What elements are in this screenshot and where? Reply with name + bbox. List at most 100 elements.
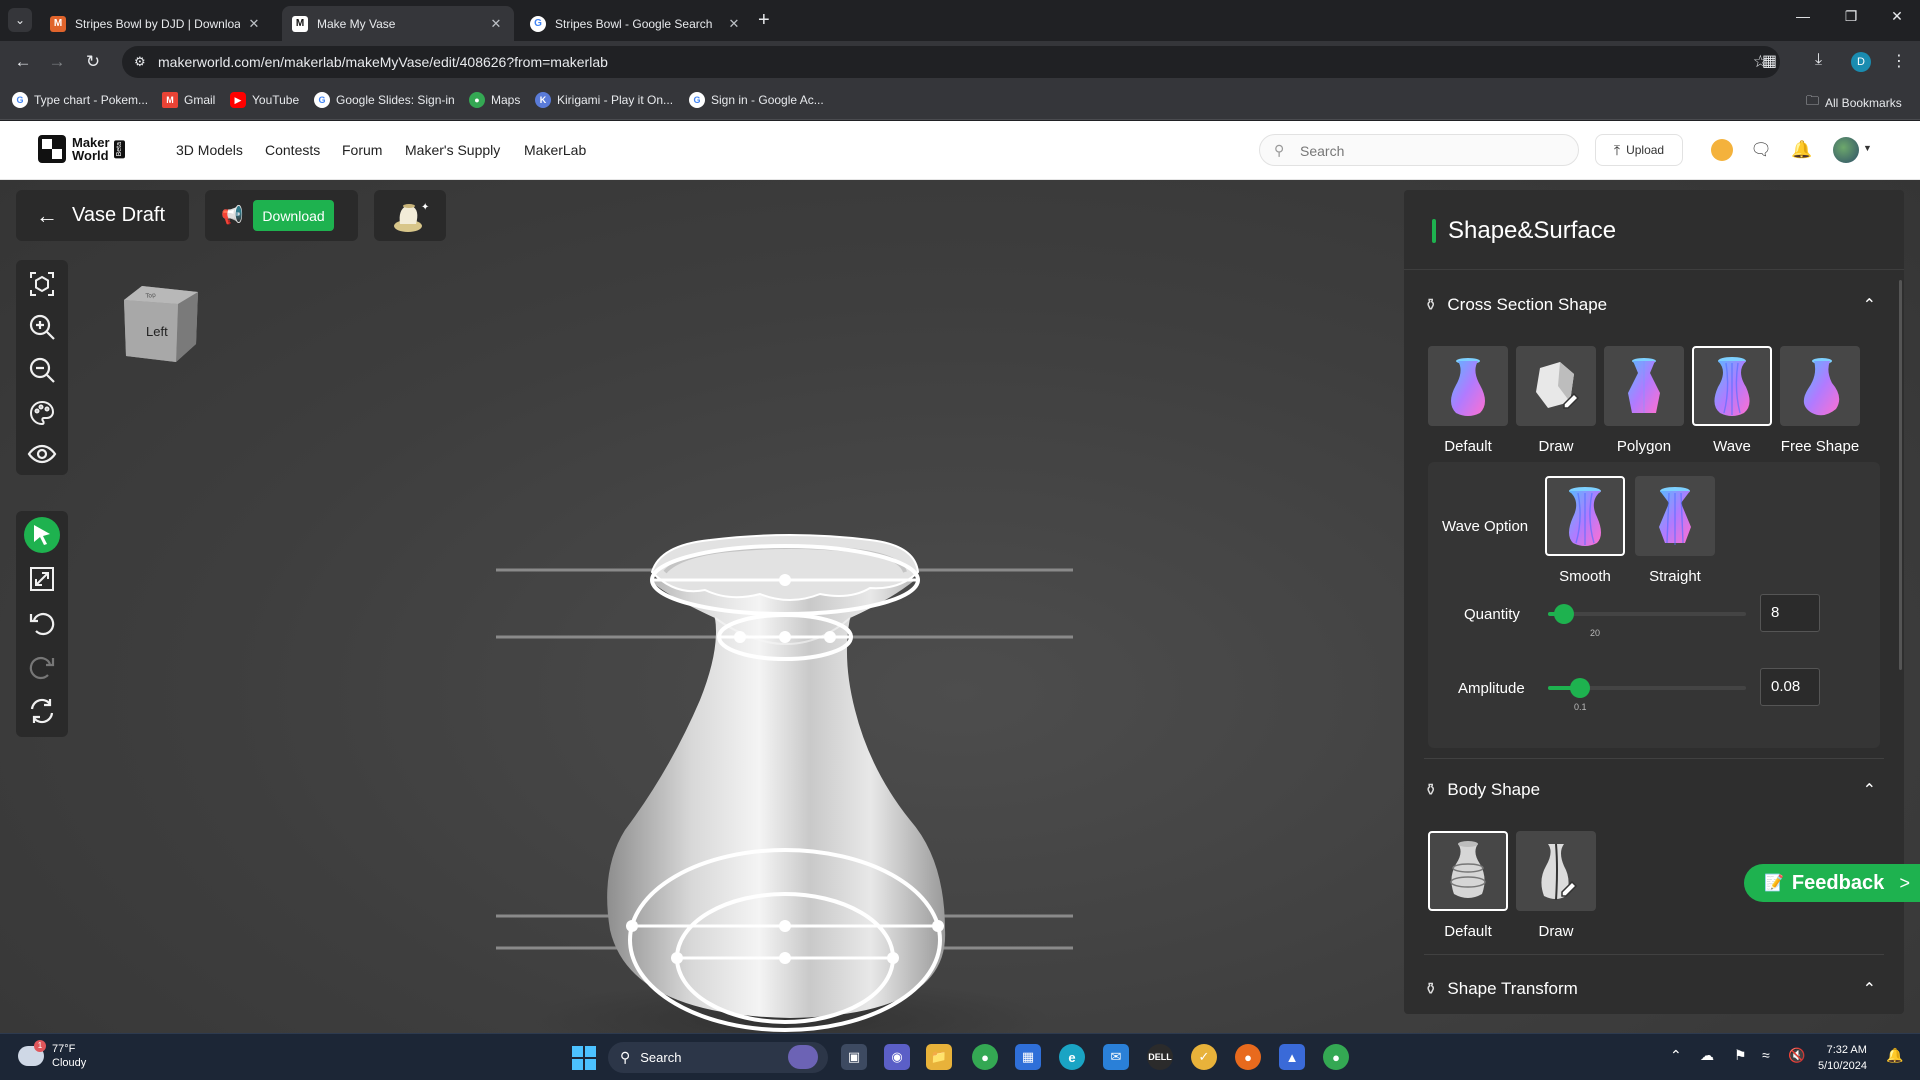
teams-chat-icon[interactable]: ◉ bbox=[884, 1044, 910, 1070]
feedback-button[interactable]: 📝 Feedback > bbox=[1744, 864, 1920, 902]
bookmark-item[interactable]: G Google Slides: Sign-in bbox=[314, 92, 455, 108]
control-point[interactable] bbox=[734, 631, 746, 643]
chevron-up-icon[interactable]: ⌃ bbox=[1863, 979, 1876, 999]
notification-bell-icon[interactable]: 🔔 bbox=[1886, 1047, 1903, 1064]
extensions-icon[interactable]: ▦ bbox=[1762, 51, 1777, 71]
redo-icon[interactable] bbox=[24, 649, 60, 685]
control-point[interactable] bbox=[824, 631, 836, 643]
zoom-out-icon[interactable] bbox=[24, 352, 60, 388]
control-point[interactable] bbox=[887, 952, 899, 964]
control-point[interactable] bbox=[779, 920, 791, 932]
tab-make-my-vase[interactable]: M Make My Vase ✕ bbox=[282, 6, 514, 41]
cross-section-header[interactable]: ⚱ Cross Section Shape ⌃ bbox=[1424, 290, 1884, 320]
url-text[interactable]: makerworld.com/en/makerlab/makeMyVase/ed… bbox=[158, 54, 608, 70]
chevron-up-icon[interactable]: ⌃ bbox=[1863, 780, 1876, 800]
control-point[interactable] bbox=[779, 631, 791, 643]
nav-3d-models[interactable]: 3D Models bbox=[176, 142, 243, 158]
fit-view-icon[interactable] bbox=[24, 266, 60, 302]
tab-stripes-bowl[interactable]: M Stripes Bowl by DJD | Download ✕ bbox=[40, 6, 272, 41]
body-shape-draw[interactable]: Draw bbox=[1516, 831, 1596, 940]
file-explorer-icon[interactable]: 📁 bbox=[926, 1044, 952, 1070]
chevron-up-icon[interactable]: ⌃ bbox=[1863, 295, 1876, 315]
eye-icon[interactable] bbox=[24, 436, 60, 472]
resize-icon[interactable] bbox=[24, 561, 60, 597]
user-avatar[interactable] bbox=[1833, 137, 1859, 163]
body-shape-header[interactable]: ⚱ Body Shape ⌃ bbox=[1424, 775, 1884, 805]
tab-google-search[interactable]: G Stripes Bowl - Google Search ✕ bbox=[520, 6, 752, 41]
forward-arrow-icon[interactable]: → bbox=[46, 52, 68, 72]
app-icon[interactable]: ● bbox=[1235, 1044, 1261, 1070]
wave-option-smooth[interactable]: Smooth bbox=[1545, 476, 1625, 585]
profile-avatar[interactable]: D bbox=[1851, 52, 1871, 72]
mail-icon[interactable]: ✉ bbox=[1103, 1044, 1129, 1070]
quantity-slider[interactable]: 20 bbox=[1548, 604, 1746, 638]
minimize-icon[interactable]: — bbox=[1780, 8, 1826, 24]
tab-list-chevron-icon[interactable]: ⌄ bbox=[8, 8, 32, 32]
bookmark-item[interactable]: M Gmail bbox=[162, 92, 215, 108]
control-point[interactable] bbox=[932, 920, 944, 932]
quantity-slider-handle[interactable] bbox=[1554, 604, 1574, 624]
restore-icon[interactable]: ❐ bbox=[1828, 8, 1874, 25]
chrome-profile-icon[interactable]: ● bbox=[1323, 1044, 1349, 1070]
control-point[interactable] bbox=[779, 574, 791, 586]
vase-3d-model[interactable] bbox=[490, 350, 1090, 1033]
announcement-icon[interactable]: 📢 bbox=[221, 205, 243, 226]
dell-icon[interactable]: DELL bbox=[1147, 1044, 1173, 1070]
windows-start-icon[interactable] bbox=[572, 1046, 596, 1070]
chevron-up-icon[interactable]: ⌃ bbox=[1670, 1047, 1682, 1064]
notification-bell-icon[interactable]: 🔔 bbox=[1790, 138, 1814, 162]
reload-icon[interactable]: ↻ bbox=[82, 52, 104, 72]
select-cursor-icon[interactable] bbox=[24, 517, 60, 553]
bookmark-item[interactable]: ▶ YouTube bbox=[230, 92, 299, 108]
chrome-icon[interactable]: ● bbox=[972, 1044, 998, 1070]
message-icon[interactable]: 🗨 bbox=[1749, 138, 1773, 162]
amplitude-slider[interactable]: 0.1 bbox=[1548, 678, 1746, 712]
amplitude-field[interactable]: 0.08 bbox=[1760, 668, 1820, 706]
nav-makers-supply[interactable]: Maker's Supply bbox=[405, 142, 500, 158]
download-button[interactable]: Download bbox=[253, 200, 334, 231]
photos-icon[interactable]: ▲ bbox=[1279, 1044, 1305, 1070]
ms-store-icon[interactable]: ▦ bbox=[1015, 1044, 1041, 1070]
vase-preset-button[interactable]: ✦ bbox=[374, 190, 446, 241]
control-point[interactable] bbox=[671, 952, 683, 964]
nav-makerlab[interactable]: MakerLab bbox=[524, 142, 586, 158]
bookmark-item[interactable]: G Type chart - Pokem... bbox=[12, 92, 148, 108]
panel-scrollbar[interactable] bbox=[1899, 280, 1902, 670]
chevron-down-icon[interactable]: ▼ bbox=[1863, 143, 1872, 153]
view-cube[interactable]: Top Left bbox=[120, 282, 200, 368]
reset-rotate-icon[interactable] bbox=[24, 693, 60, 729]
download-icon[interactable]: ⤓ bbox=[1815, 51, 1822, 69]
nav-contests[interactable]: Contests bbox=[265, 142, 320, 158]
system-clock[interactable]: 7:32 AM 5/10/2024 bbox=[1818, 1042, 1867, 1074]
bookmark-item[interactable]: ● Maps bbox=[469, 92, 520, 108]
site-search-input[interactable]: ⚲ Search bbox=[1259, 134, 1579, 166]
new-tab-plus-icon[interactable]: + bbox=[758, 9, 770, 31]
cross-section-default[interactable]: Default bbox=[1428, 346, 1508, 455]
norton-icon[interactable]: ✓ bbox=[1191, 1044, 1217, 1070]
body-shape-default[interactable]: Default bbox=[1428, 831, 1508, 940]
shape-transform-header[interactable]: ⚱ Shape Transform ⌃ bbox=[1424, 974, 1884, 1004]
all-bookmarks[interactable]: 🗀 All Bookmarks bbox=[1806, 92, 1902, 114]
site-info-icon[interactable]: ⚙ bbox=[134, 54, 146, 70]
cross-section-free-shape[interactable]: Free Shape bbox=[1780, 346, 1860, 455]
wave-option-straight[interactable]: Straight bbox=[1635, 476, 1715, 585]
cross-section-polygon[interactable]: Polygon bbox=[1604, 346, 1684, 455]
bookmark-item[interactable]: G Sign in - Google Ac... bbox=[689, 92, 824, 108]
menu-kebab-icon[interactable]: ⋮ bbox=[1891, 51, 1907, 71]
close-icon[interactable]: ✕ bbox=[488, 16, 504, 32]
task-view-icon[interactable]: ▣ bbox=[841, 1044, 867, 1070]
weather-widget[interactable]: 1 77°F Cloudy bbox=[18, 1040, 86, 1070]
amplitude-slider-handle[interactable] bbox=[1570, 678, 1590, 698]
window-close-icon[interactable]: ✕ bbox=[1874, 8, 1920, 25]
cross-section-draw[interactable]: Draw bbox=[1516, 346, 1596, 455]
bookmark-item[interactable]: K Kirigami - Play it On... bbox=[535, 92, 673, 108]
palette-icon[interactable] bbox=[24, 395, 60, 431]
quantity-field[interactable]: 8 bbox=[1760, 594, 1820, 632]
cross-section-wave[interactable]: Wave bbox=[1692, 346, 1772, 455]
undo-icon[interactable] bbox=[24, 605, 60, 641]
onedrive-icon[interactable]: ☁ bbox=[1700, 1047, 1714, 1064]
makerworld-logo[interactable]: Maker World Beta bbox=[38, 135, 125, 163]
zoom-in-icon[interactable] bbox=[24, 309, 60, 345]
security-icon[interactable]: ⚑ bbox=[1734, 1047, 1747, 1064]
back-to-draft-button[interactable]: ← Vase Draft bbox=[16, 190, 189, 241]
